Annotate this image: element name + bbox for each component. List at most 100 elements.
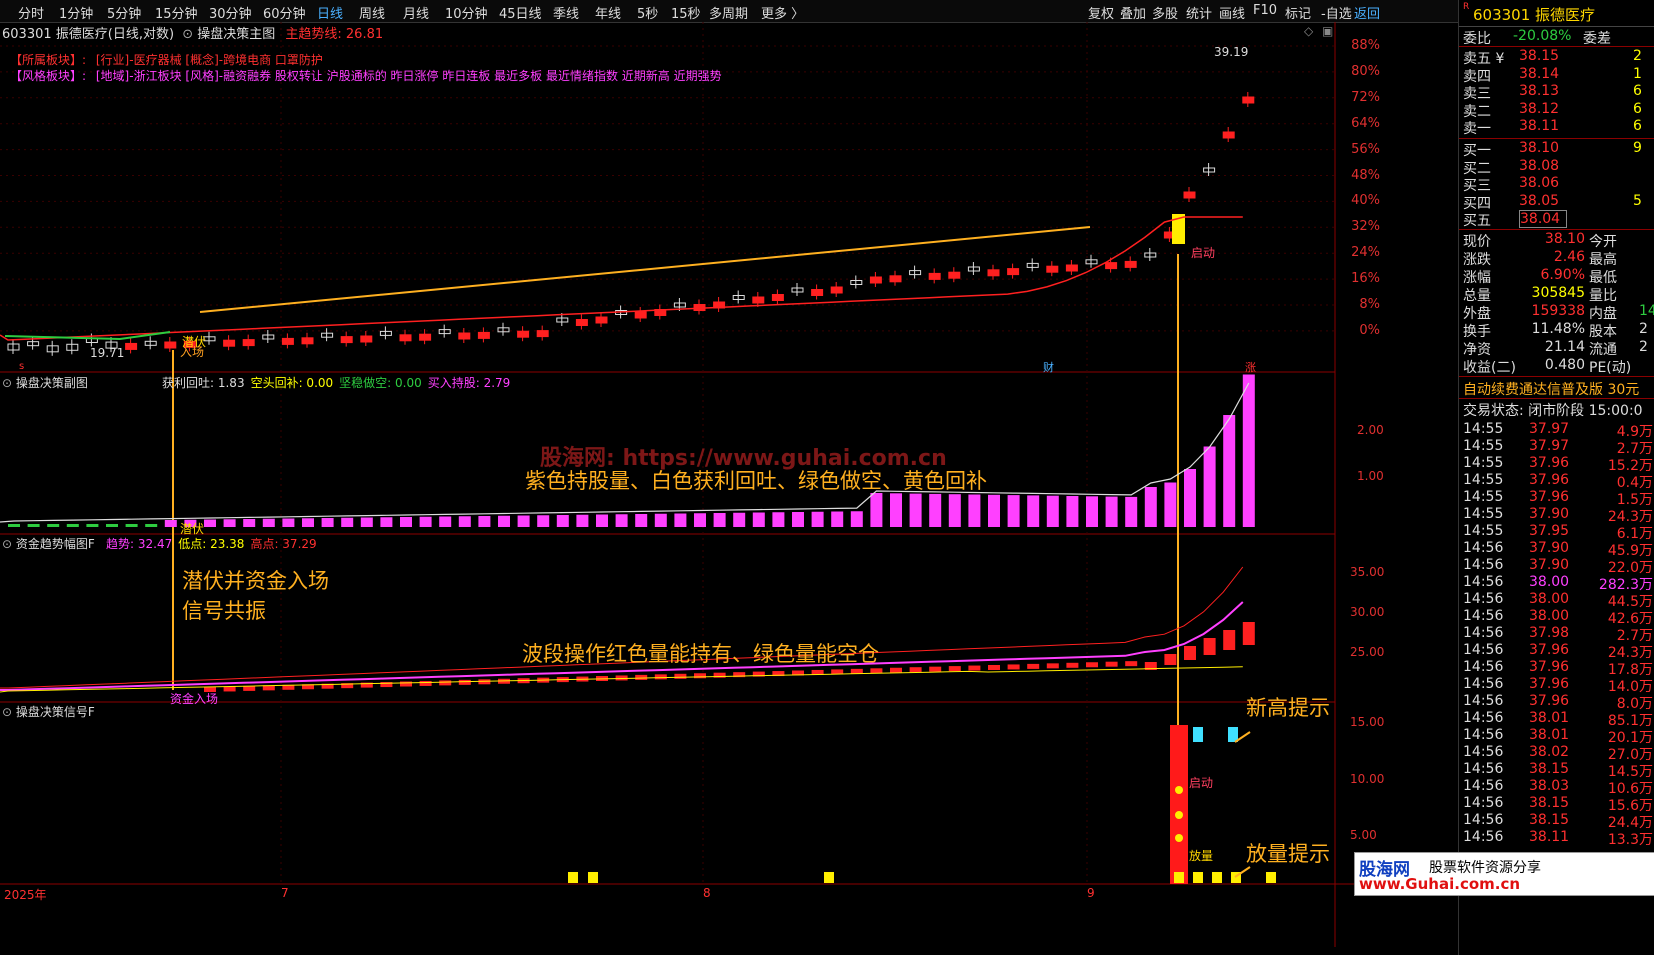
indicator-toggle-icon[interactable]: ⊙ [182,27,193,42]
ask-vol: 2 [1633,48,1642,64]
sub1-bar [733,512,746,527]
sub1-bar [792,512,804,527]
sub1-bar [635,514,648,527]
tool-5[interactable]: F10 [1253,3,1277,18]
tick-row: 14:56 38.00 44.5万 [1463,591,1653,610]
sub2-bar [870,668,883,674]
sub1-bar [400,517,412,527]
stat-label: 换手 [1463,324,1491,340]
window-icon[interactable]: ▣ [1322,24,1333,38]
candle-body [1046,265,1059,273]
sub1-bar [556,515,569,527]
pct-tick: 32% [1351,219,1380,235]
tool-2[interactable]: 多股 [1152,3,1178,22]
period-1[interactable]: 1分钟 [59,3,93,22]
signal-qidong-main: 启动 [1191,246,1216,260]
logo-url: www.Guhai.com.cn [1359,875,1521,893]
period-15[interactable]: 多周期 [709,3,748,22]
tool-3[interactable]: 统计 [1186,3,1212,22]
period-12[interactable]: 年线 [595,3,621,22]
tool-6[interactable]: 标记 [1285,3,1311,22]
sub2-bar [890,667,902,673]
ask-price: 38.14 [1519,65,1560,82]
period-8[interactable]: 月线 [403,3,429,22]
sub1-bar [1007,495,1020,527]
period-2[interactable]: 5分钟 [107,3,141,22]
period-3[interactable]: 15分钟 [155,3,198,22]
stat-value-2: 2 [1639,339,1648,355]
period-9[interactable]: 10分钟 [445,3,488,22]
signal-ruchang-main: 入场 [180,345,205,359]
sub2-name[interactable]: 资金趋势幅图F [16,537,95,551]
bid-vol: 9 [1633,140,1642,156]
tick-time: 14:56 [1463,591,1504,607]
period-6[interactable]: 日线 [317,3,343,22]
sub1-note: 紫色持股量、白色获利回吐、绿色做空、黄色回补 [525,469,987,493]
tool-1[interactable]: 叠加 [1120,3,1146,22]
period-5[interactable]: 60分钟 [263,3,306,22]
period-10[interactable]: 45日线 [499,3,542,22]
tick-row: 14:55 37.97 4.9万 [1463,421,1653,440]
tick-row: 14:56 37.96 17.8万 [1463,659,1653,678]
tool-8[interactable]: 返回 [1354,3,1380,22]
sub2-bar [223,686,236,692]
sub1-toggle-icon[interactable]: ⊙ [2,376,12,390]
tick-price: 38.02 [1529,744,1570,760]
tick-row: 14:55 37.97 2.7万 [1463,438,1653,457]
bid-row: 买三 38.06 [1463,175,1559,194]
sub2-bar [1066,662,1079,668]
stat-row: 总量 305845 量比 [1463,285,1617,304]
sub1-bar [282,518,295,527]
sub3-cyan-mark [1193,727,1203,742]
tick-time: 14:56 [1463,778,1504,794]
tick-price: 37.96 [1529,693,1570,709]
stat-label: 净资 [1463,342,1491,358]
sub2-bar [1007,664,1020,670]
sub1-bar [1223,415,1236,527]
quote-header: R 603301 振德医疗 [1459,0,1654,27]
tick-price: 37.90 [1529,557,1570,573]
candle-body [477,331,490,339]
sub3-header: ⊙ 操盘决策信号F [2,703,95,720]
pct-tick: 16% [1351,271,1380,287]
period-0[interactable]: 分时 [18,3,44,22]
tool-0[interactable]: 复权 [1088,3,1114,22]
sub2-value-2: 高点: 37.29 [250,537,317,551]
tick-time: 14:56 [1463,642,1504,658]
stat-label-2: PE(动) [1589,360,1632,376]
trend-line-value: 主趋势线: 26.81 [285,27,384,42]
tick-row: 14:56 37.90 22.0万 [1463,557,1653,576]
renewal-ad[interactable]: 自动续费通达信普及版 30元 [1463,379,1639,398]
stat-label-2: 量比 [1589,288,1617,304]
tool-7[interactable]: -自选 [1321,3,1352,22]
tick-row: 14:55 37.96 15.2万 [1463,455,1653,474]
tool-4[interactable]: 画线 [1219,3,1245,22]
quote-divider [1459,376,1654,377]
period-7[interactable]: 周线 [359,3,385,22]
period-14[interactable]: 15秒 [671,3,701,22]
candle-body [889,275,902,283]
period-4[interactable]: 30分钟 [209,3,252,22]
expand-icon[interactable]: ◇ [1304,24,1313,38]
tick-row: 14:56 37.96 24.3万 [1463,642,1653,661]
weibi-label: 委比 [1463,31,1491,47]
pct-tick: 64% [1351,115,1380,131]
ask-row: 卖三 38.13 6 [1463,83,1642,102]
main-indicator-name[interactable]: 操盘决策主图 [197,27,275,42]
sector-label: 【所属板块】: [10,53,87,67]
sub3-name[interactable]: 操盘决策信号F [16,705,95,719]
tick-row: 14:55 37.96 0.4万 [1463,472,1653,491]
sub3-toggle-icon[interactable]: ⊙ [2,705,12,719]
stat-row: 涨跌 2.46 最高 [1463,249,1617,268]
period-13[interactable]: 5秒 [637,3,658,22]
sub2-toggle-icon[interactable]: ⊙ [2,537,12,551]
tick-row: 14:56 38.15 15.6万 [1463,795,1653,814]
sub3-signal-bar [1170,725,1188,884]
sub1-value-3: 买入持股: 2.79 [427,376,511,390]
period-16[interactable]: 更多 〉 [761,3,804,22]
period-11[interactable]: 季线 [553,3,579,22]
sub1-name[interactable]: 操盘决策副图 [16,376,88,390]
sub1-bar [517,515,530,527]
pct-tick: 0% [1359,322,1380,338]
sub1-bar [811,511,824,527]
